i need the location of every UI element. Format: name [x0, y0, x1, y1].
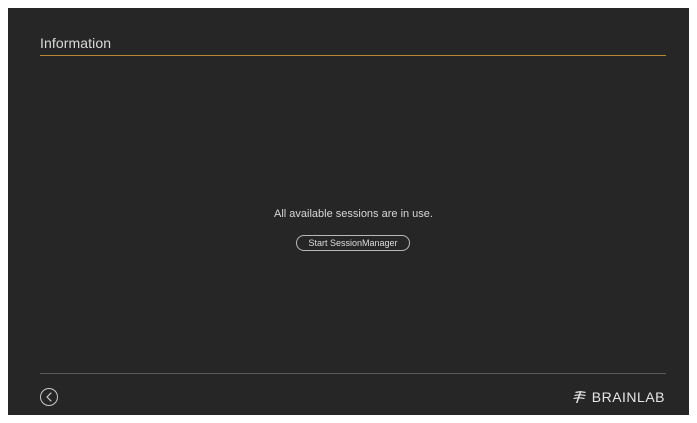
chevron-left-icon — [46, 392, 52, 402]
page-title: Information — [40, 35, 112, 51]
back-button[interactable] — [40, 388, 58, 406]
sessions-in-use-message: All available sessions are in use. — [274, 208, 433, 220]
brand-name: BRAINLAB — [591, 389, 665, 405]
brainlab-logo: BRAINLAB — [572, 389, 665, 405]
header-divider — [40, 55, 666, 56]
information-screen: Information All available sessions are i… — [8, 8, 689, 415]
start-sessionmanager-button[interactable]: Start SessionManager — [296, 235, 410, 251]
brainlab-logo-icon — [572, 391, 586, 403]
footer-divider — [40, 373, 666, 374]
